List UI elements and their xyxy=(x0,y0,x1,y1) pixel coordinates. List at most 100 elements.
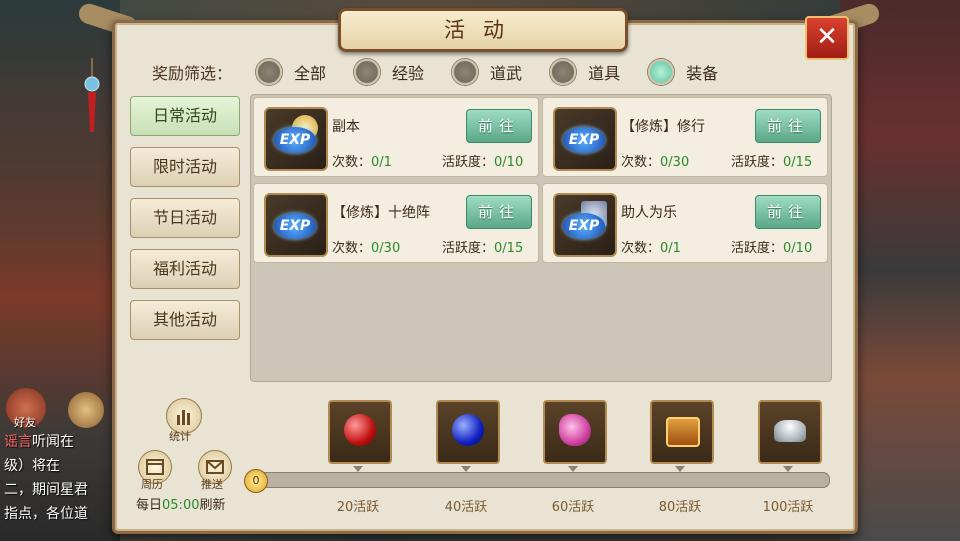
filter-option-exp[interactable]: 经验 xyxy=(354,59,424,85)
liveness-value: 0/15 xyxy=(494,241,524,256)
count-value: 0/30 xyxy=(660,155,690,170)
liveness-value: 0/10 xyxy=(494,155,524,170)
progress-tick xyxy=(675,466,685,472)
activity-card: EXP 副本 前往 次数：0/1 活跃度：0/10 xyxy=(253,97,539,177)
reward-label: 20活跃 xyxy=(336,500,380,515)
count-value: 0/30 xyxy=(371,241,401,256)
chat-log: 谣言听闻在 级）将在 二，期间星君 指点，各位道 xyxy=(4,430,112,526)
count-value: 0/1 xyxy=(371,155,392,170)
activity-count: 次数：0/30 xyxy=(332,237,400,256)
exp-coin-icon: EXP xyxy=(264,107,328,171)
activity-liveness: 活跃度：0/15 xyxy=(731,151,812,170)
progress-tick xyxy=(461,466,471,472)
filter-label: 奖励筛选： xyxy=(152,64,233,83)
filter-option-item[interactable]: 道具 xyxy=(550,59,620,85)
activity-count: 次数：0/30 xyxy=(621,151,689,170)
tab-daily[interactable]: 日常活动 xyxy=(130,96,240,136)
filter-option-label: 装备 xyxy=(686,64,719,83)
calendar-label: 周历 xyxy=(141,478,163,491)
activity-name: 副本 xyxy=(332,119,360,135)
stats-label: 统计 xyxy=(169,430,191,443)
liveness-rewards: 统计 周历 推送 每日05:00刷新 0 20活跃 40活跃 60活跃 80活跃… xyxy=(130,392,830,522)
activity-count: 次数：0/1 xyxy=(332,151,392,170)
count-label: 次数： xyxy=(332,155,372,170)
radio-dot xyxy=(452,59,479,85)
tab-limited[interactable]: 限时活动 xyxy=(130,147,240,187)
refresh-prefix: 每日 xyxy=(136,498,163,513)
liveness-label: 活跃度： xyxy=(731,155,784,170)
reward-chest-80[interactable] xyxy=(650,400,714,464)
count-label: 次数： xyxy=(621,155,661,170)
filter-option-label: 经验 xyxy=(392,64,425,83)
filter-option-label: 道武 xyxy=(490,64,523,83)
chat-text: 级）将在 xyxy=(4,458,60,474)
chat-text: 指点，各位道 xyxy=(4,506,88,522)
reward-filter: 奖励筛选： 全部 经验 道武 道具 装备 xyxy=(152,58,746,86)
count-value: 0/1 xyxy=(660,241,681,256)
activity-name: 【修炼】修行 xyxy=(621,119,705,135)
radio-dot xyxy=(256,59,283,85)
friend-label: 好友 xyxy=(14,416,36,429)
exp-book-icon: EXP xyxy=(553,193,617,257)
activity-list: EXP 副本 前往 次数：0/1 活跃度：0/10 EXP 【修炼】修行 前往 … xyxy=(250,94,832,382)
chat-line: 谣言听闻在 xyxy=(4,430,112,454)
exp-icon: EXP xyxy=(264,193,328,257)
pink-gems-icon xyxy=(559,414,591,446)
chat-line: 二，期间星君 xyxy=(4,478,112,502)
red-orb-icon xyxy=(344,414,376,446)
tab-other[interactable]: 其他活动 xyxy=(130,300,240,340)
radio-dot xyxy=(354,59,381,85)
go-button[interactable]: 前往 xyxy=(466,195,532,229)
filter-option-all[interactable]: 全部 xyxy=(256,59,326,85)
progress-tick xyxy=(783,466,793,472)
push-label: 推送 xyxy=(201,478,223,491)
go-button[interactable]: 前往 xyxy=(755,109,821,143)
liveness-label: 活跃度： xyxy=(442,241,495,256)
filter-option-equipment[interactable]: 装备 xyxy=(648,59,718,85)
reward-label: 100活跃 xyxy=(762,500,814,515)
reward-chest-100[interactable] xyxy=(758,400,822,464)
liveness-label: 活跃度： xyxy=(442,155,495,170)
tab-welfare[interactable]: 福利活动 xyxy=(130,249,240,289)
go-button[interactable]: 前往 xyxy=(755,195,821,229)
activity-count: 次数：0/1 xyxy=(621,237,681,256)
reward-label: 80活跃 xyxy=(658,500,702,515)
activity-card: EXP 【修炼】修行 前往 次数：0/30 活跃度：0/15 xyxy=(542,97,828,177)
liveness-progress-bar xyxy=(256,472,830,488)
chat-tag: 谣言 xyxy=(4,434,32,450)
filter-option-label: 全部 xyxy=(294,64,327,83)
page-title: 活动 xyxy=(338,8,628,52)
reward-chest-40[interactable] xyxy=(436,400,500,464)
liveness-label: 活跃度： xyxy=(731,241,784,256)
refresh-time: 05:00 xyxy=(162,498,200,513)
liveness-value: 0/10 xyxy=(783,241,813,256)
treasure-chest-icon xyxy=(666,417,700,447)
count-label: 次数： xyxy=(621,241,661,256)
filter-option-label: 道具 xyxy=(588,64,621,83)
activity-liveness: 活跃度：0/15 xyxy=(442,237,523,256)
reward-label: 40活跃 xyxy=(444,500,488,515)
activity-card: EXP 助人为乐 前往 次数：0/1 活跃度：0/10 xyxy=(542,183,828,263)
chat-bubble-icon[interactable] xyxy=(68,392,104,428)
radio-dot-selected xyxy=(648,59,675,85)
liveness-value: 0/15 xyxy=(783,155,813,170)
exp-icon: EXP xyxy=(553,107,617,171)
tab-festival[interactable]: 节日活动 xyxy=(130,198,240,238)
chat-text: 二，期间星君 xyxy=(4,482,88,498)
activity-card: EXP 【修炼】十绝阵 前往 次数：0/30 活跃度：0/15 xyxy=(253,183,539,263)
liveness-value-badge: 0 xyxy=(244,469,268,493)
blue-orb-icon xyxy=(452,414,484,446)
reward-chest-60[interactable] xyxy=(543,400,607,464)
activity-liveness: 活跃度：0/10 xyxy=(442,151,523,170)
refresh-suffix: 刷新 xyxy=(199,498,226,513)
chat-line: 指点，各位道 xyxy=(4,502,112,526)
close-button[interactable]: ✕ xyxy=(805,16,849,60)
activity-liveness: 活跃度：0/10 xyxy=(731,237,812,256)
activity-name: 【修炼】十绝阵 xyxy=(332,205,430,221)
filter-option-daowu[interactable]: 道武 xyxy=(452,59,522,85)
pendant-ornament-icon xyxy=(84,58,100,132)
progress-tick xyxy=(568,466,578,472)
reward-chest-20[interactable] xyxy=(328,400,392,464)
go-button[interactable]: 前往 xyxy=(466,109,532,143)
activity-name: 助人为乐 xyxy=(621,205,677,221)
